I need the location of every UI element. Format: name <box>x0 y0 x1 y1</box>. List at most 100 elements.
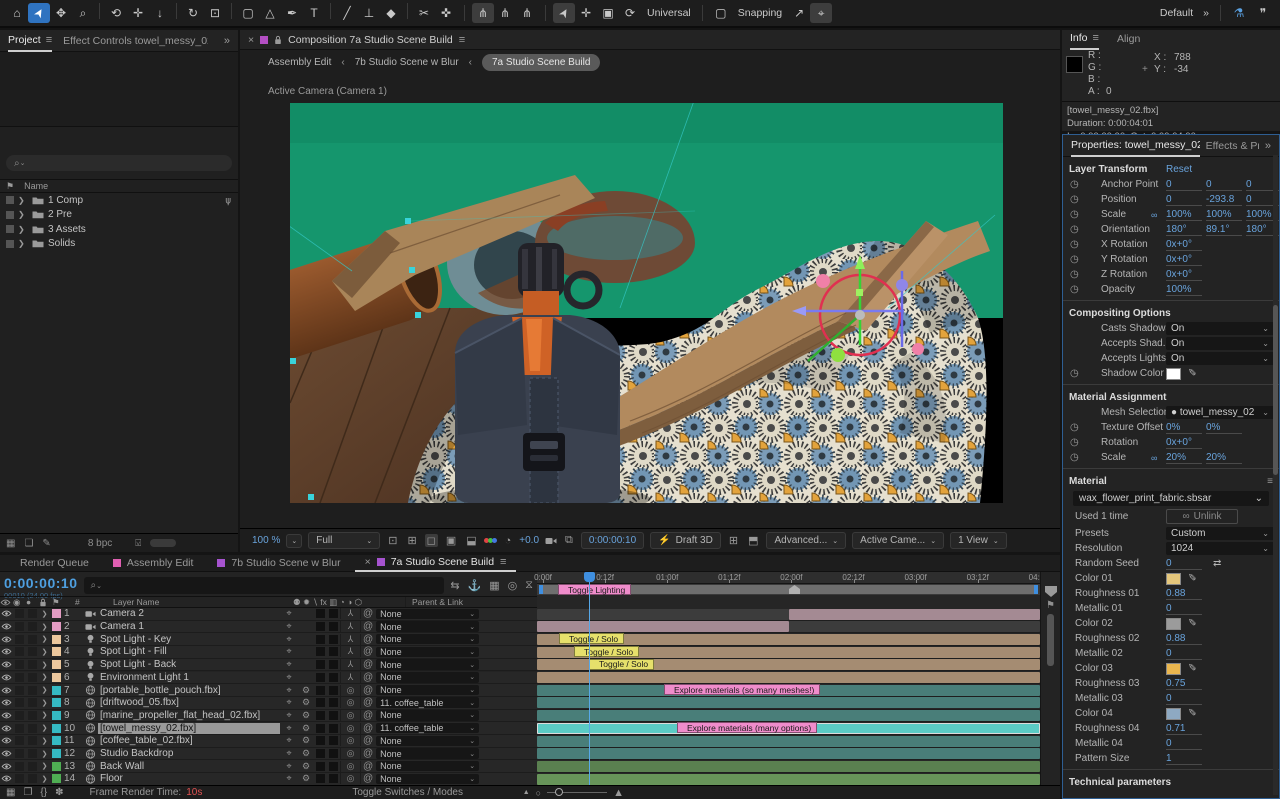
stopwatch-icon[interactable]: ◷ <box>1070 422 1079 433</box>
property-dropdown[interactable]: On⌄ <box>1166 352 1274 365</box>
eye-icon[interactable] <box>0 699 13 706</box>
layer-switch-cell[interactable] <box>327 749 340 758</box>
layer-switch-cell[interactable] <box>13 749 26 758</box>
workspace-overflow[interactable]: » <box>1203 7 1209 19</box>
color-swatch[interactable] <box>1166 663 1181 675</box>
dolly-camera-tool[interactable]: ↓ <box>149 3 171 23</box>
parent-pickwhip-icon[interactable]: @ <box>363 608 373 619</box>
pickwhip-icon[interactable]: ⌖ <box>280 723 298 734</box>
property-value[interactable]: 0 <box>1166 693 1202 705</box>
parent-dropdown[interactable]: None⌄ <box>376 634 479 645</box>
duplicate-icon[interactable]: ❐ <box>23 787 32 798</box>
breadcrumb-assembly-edit[interactable]: Assembly Edit <box>268 57 331 68</box>
layer-switch-cell[interactable] <box>314 609 327 618</box>
property-dropdown[interactable]: Custom⌄ <box>1166 527 1274 540</box>
gizmo-position-tool[interactable]: ✛ <box>575 3 597 23</box>
expand-chevron-icon[interactable]: ❯ <box>18 239 28 248</box>
transparency-grid-icon[interactable]: ▣ <box>444 534 458 547</box>
layer-switch-cell[interactable] <box>13 711 26 720</box>
layer-switch-cell[interactable] <box>314 622 327 631</box>
property-value[interactable]: 0.75 <box>1166 678 1202 690</box>
mini-flowchart-icon[interactable]: ⇆ <box>450 579 459 592</box>
eye-column-icon[interactable] <box>0 599 13 606</box>
layer-track[interactable]: Explore materials (many options) <box>537 722 1040 735</box>
timeline-vertical-scrollbar[interactable] <box>1047 614 1054 666</box>
layer-marker[interactable]: Toggle / Solo <box>574 646 639 657</box>
3d-view-icon[interactable]: ⬒ <box>746 534 760 547</box>
property-value[interactable]: 0 <box>1166 194 1202 206</box>
layer-switch-cell[interactable] <box>327 686 340 695</box>
layer-switch-cell[interactable] <box>327 609 340 618</box>
tab-overflow-icon[interactable]: » <box>224 35 230 47</box>
viewport-3d-scene[interactable] <box>290 103 1003 503</box>
layer-bar[interactable] <box>537 621 789 632</box>
parent-dropdown[interactable]: 11. coffee_table⌄ <box>376 723 479 734</box>
expand-chevron-icon[interactable]: ❯ <box>39 635 50 643</box>
layer-marker[interactable]: Toggle / Solo <box>589 659 654 670</box>
selection-tool[interactable]: ➤ <box>28 3 50 23</box>
property-value[interactable]: 1 <box>1166 753 1202 765</box>
expand-chevron-icon[interactable]: ❯ <box>18 196 28 205</box>
panel-menu-icon[interactable]: ≡ <box>46 34 52 46</box>
layer-track[interactable] <box>537 697 1040 710</box>
eye-icon[interactable] <box>0 610 13 617</box>
layer-switch-cell[interactable] <box>26 647 39 656</box>
expand-chevron-icon[interactable]: ❯ <box>39 661 50 669</box>
layer-name[interactable]: Environment Light 1 <box>98 672 280 683</box>
tab-overflow-icon[interactable]: » <box>1265 140 1271 152</box>
property-value[interactable]: 180° <box>1166 224 1202 236</box>
expand-chevron-icon[interactable]: ❯ <box>39 724 50 732</box>
rig-icon[interactable]: ⅄ <box>340 621 360 632</box>
property-value[interactable]: 0% <box>1166 422 1202 434</box>
layer-name[interactable]: Spot Light - Key <box>98 634 280 645</box>
property-value[interactable]: 0x+0° <box>1166 239 1202 251</box>
expand-icon[interactable]: {} <box>40 787 47 798</box>
property-dropdown[interactable]: On⌄ <box>1166 337 1274 350</box>
label-color-chip[interactable] <box>50 698 62 707</box>
breadcrumb-7a-current[interactable]: 7a Studio Scene Build <box>482 54 600 71</box>
parent-pickwhip-icon[interactable]: @ <box>363 710 373 721</box>
color-swatch[interactable] <box>1166 708 1181 720</box>
layer-switch-cell[interactable] <box>26 673 39 682</box>
layer-marker[interactable]: Toggle / Solo <box>559 633 624 644</box>
parent-pickwhip-icon[interactable]: @ <box>363 748 373 759</box>
pickwhip-icon[interactable]: ⌖ <box>280 685 298 696</box>
layer-bar[interactable] <box>537 736 1040 747</box>
expand-chevron-icon[interactable]: ❯ <box>39 648 50 656</box>
label-color-chip[interactable] <box>50 711 62 720</box>
parent-dropdown[interactable]: None⌄ <box>376 647 479 658</box>
link-icon[interactable]: ∞ <box>1151 453 1157 463</box>
layer-track[interactable]: Toggle / Solo <box>537 633 1040 646</box>
layer-switch-cell[interactable] <box>26 698 39 707</box>
label-color-chip[interactable] <box>50 686 62 695</box>
layer-bar[interactable] <box>537 761 1040 772</box>
render-eye-icon[interactable]: ◎ <box>340 761 360 772</box>
gear-icon[interactable]: ⚙ <box>298 773 314 784</box>
layer-switch-cell[interactable] <box>327 673 340 682</box>
tab-info[interactable]: Info≡ <box>1070 28 1099 50</box>
mask-visibility-icon[interactable]: ⊞ <box>405 534 418 547</box>
layer-switch-cell[interactable] <box>26 774 39 783</box>
layer-switch-cell[interactable] <box>26 686 39 695</box>
magnification-dropdown[interactable]: ⌄ <box>286 534 302 548</box>
layer-track[interactable]: Explore materials (so many meshes!) <box>537 684 1040 697</box>
pickwhip-icon[interactable]: ⌖ <box>280 710 298 721</box>
property-value[interactable]: 0x+0° <box>1166 437 1202 449</box>
breadcrumb-7b[interactable]: 7b Studio Scene w Blur <box>355 57 459 68</box>
layer-bar[interactable] <box>537 672 1040 683</box>
pickwhip-icon[interactable]: ⌖ <box>280 672 298 683</box>
layer-switch-cell[interactable] <box>314 711 327 720</box>
render-eye-icon[interactable]: ◎ <box>340 697 360 708</box>
render-eye-icon[interactable]: ◎ <box>340 723 360 734</box>
label-color-chip[interactable] <box>50 736 62 745</box>
layer-name[interactable]: Studio Backdrop <box>98 748 280 759</box>
properties-scrollbar[interactable] <box>1273 155 1278 795</box>
comp-tab-title[interactable]: Composition 7a Studio Scene Build <box>288 34 453 46</box>
pan-camera-tool[interactable]: ✛ <box>127 3 149 23</box>
interpret-footage-icon[interactable]: ▦ <box>6 538 15 549</box>
eye-icon[interactable] <box>0 661 13 668</box>
layer-track[interactable] <box>537 748 1040 761</box>
pickwhip-icon[interactable]: ⌖ <box>280 659 298 670</box>
expand-chevron-icon[interactable]: ❯ <box>39 699 50 707</box>
rig-icon[interactable]: ⅄ <box>340 646 360 657</box>
